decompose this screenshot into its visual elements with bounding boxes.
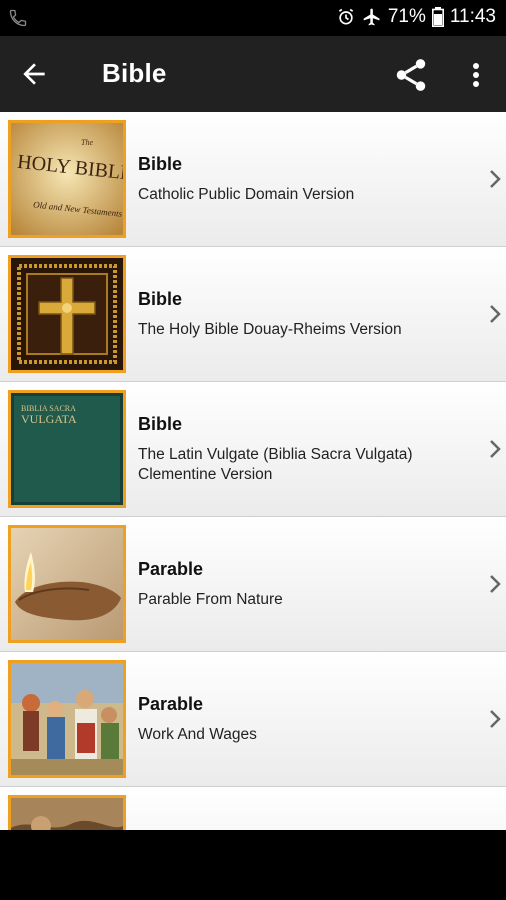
- app-bar: Bible: [0, 36, 506, 112]
- vulgata-cover-image: BIBLIA SACRA VULGATA: [8, 390, 126, 508]
- list-item[interactable]: Parable Work And Wages: [0, 652, 506, 787]
- ornate-cross-cover-image: [8, 255, 126, 373]
- clock: 11:43: [449, 6, 496, 27]
- oil-lamp-image: [8, 525, 126, 643]
- holy-bible-cover-image: The HOLY BIBLE Old and New Testaments: [8, 120, 126, 238]
- list-item[interactable]: The HOLY BIBLE Old and New Testaments Bi…: [0, 112, 506, 247]
- more-options-icon[interactable]: [466, 58, 486, 92]
- item-title: Bible: [138, 288, 183, 309]
- chevron-right-icon: [490, 440, 501, 458]
- parable-painting-image: [8, 660, 126, 778]
- status-bar: 71% 11:43: [0, 0, 506, 36]
- list-item[interactable]: Parable Parable From Nature: [0, 517, 506, 652]
- item-title: Parable: [138, 558, 204, 579]
- chevron-right-icon: [490, 575, 501, 593]
- item-title: Bible: [138, 413, 183, 434]
- item-subtitle: Catholic Public Domain Version: [138, 185, 355, 203]
- item-title: Parable: [138, 693, 204, 714]
- svg-text:VULGATA: VULGATA: [21, 412, 77, 426]
- battery-icon: [431, 7, 444, 27]
- chevron-right-icon: [490, 170, 501, 188]
- call-icon: [8, 8, 28, 28]
- item-subtitle: The Holy Bible Douay-Rheims Version: [138, 320, 402, 338]
- svg-text:The: The: [81, 138, 93, 147]
- book-list: The HOLY BIBLE Old and New Testaments Bi…: [0, 112, 506, 830]
- page-title: Bible: [102, 58, 167, 88]
- battery-percent: 71%: [387, 6, 426, 27]
- alarm-icon: [336, 7, 356, 27]
- share-icon[interactable]: [392, 56, 430, 94]
- navigation-bar-area: [0, 830, 506, 900]
- item-title: Bible: [138, 153, 183, 174]
- item-subtitle: Parable From Nature: [138, 590, 283, 608]
- item-subtitle: Work And Wages: [138, 725, 257, 743]
- list-item[interactable]: [0, 787, 506, 830]
- back-arrow-icon[interactable]: [18, 58, 50, 90]
- item-subtitle: The Latin Vulgate (Biblia Sacra Vulgata)…: [138, 445, 413, 483]
- airplane-mode-icon: [362, 7, 382, 27]
- partial-painting-image: [8, 795, 126, 830]
- chevron-right-icon: [490, 710, 501, 728]
- list-item[interactable]: BIBLIA SACRA VULGATA Bible The Latin Vul…: [0, 382, 506, 517]
- list-item[interactable]: Bible The Holy Bible Douay-Rheims Versio…: [0, 247, 506, 382]
- chevron-right-icon: [490, 305, 501, 323]
